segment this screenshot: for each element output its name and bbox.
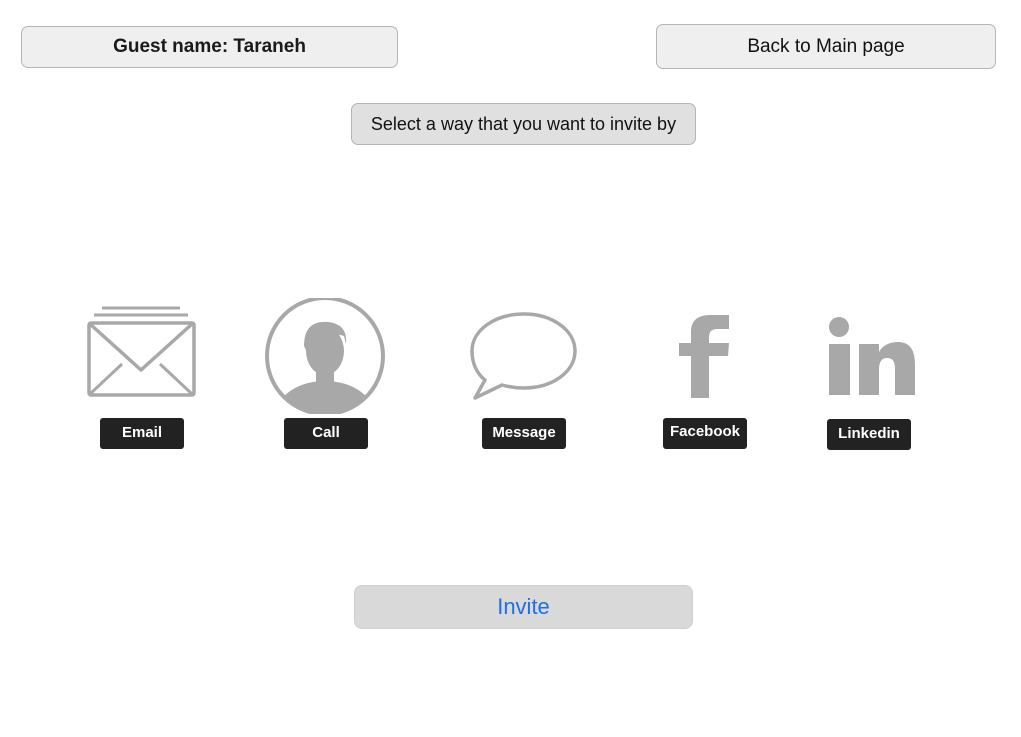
- email-label-text: Email: [121, 424, 163, 441]
- invite-button[interactable]: Invite: [354, 585, 693, 629]
- message-label: Message: [482, 418, 566, 449]
- facebook-label: Facebook: [663, 418, 747, 449]
- back-to-main-button[interactable]: Back to Main page: [656, 24, 996, 69]
- facebook-label-text: Facebook: [669, 423, 741, 440]
- invite-option-facebook[interactable]: Facebook: [662, 312, 748, 450]
- guest-name-label: Guest name: Taraneh: [113, 36, 306, 57]
- envelope-icon: [87, 306, 196, 397]
- person-icon: [265, 298, 385, 414]
- linkedin-label-text: Linkedin: [838, 425, 900, 442]
- invite-option-email[interactable]: Email: [80, 300, 204, 450]
- invite-option-call[interactable]: Call: [262, 298, 388, 450]
- call-label-text: Call: [312, 424, 340, 441]
- back-to-main-label: Back to Main page: [747, 35, 905, 57]
- invite-button-label: Invite: [497, 594, 550, 619]
- email-label: Email: [100, 418, 184, 449]
- speech-bubble-icon: [470, 312, 577, 400]
- instruction-text: Select a way that you want to invite by: [370, 113, 677, 134]
- linkedin-icon: [829, 317, 915, 395]
- message-label-text: Message: [492, 424, 556, 441]
- instruction-box: Select a way that you want to invite by: [351, 103, 696, 145]
- invite-option-linkedin[interactable]: Linkedin: [826, 315, 916, 451]
- invite-option-message[interactable]: Message: [468, 310, 580, 450]
- facebook-icon: [679, 315, 729, 398]
- call-label: Call: [284, 418, 368, 449]
- linkedin-label: Linkedin: [827, 419, 911, 450]
- guest-name-box: Guest name: Taraneh: [21, 26, 398, 68]
